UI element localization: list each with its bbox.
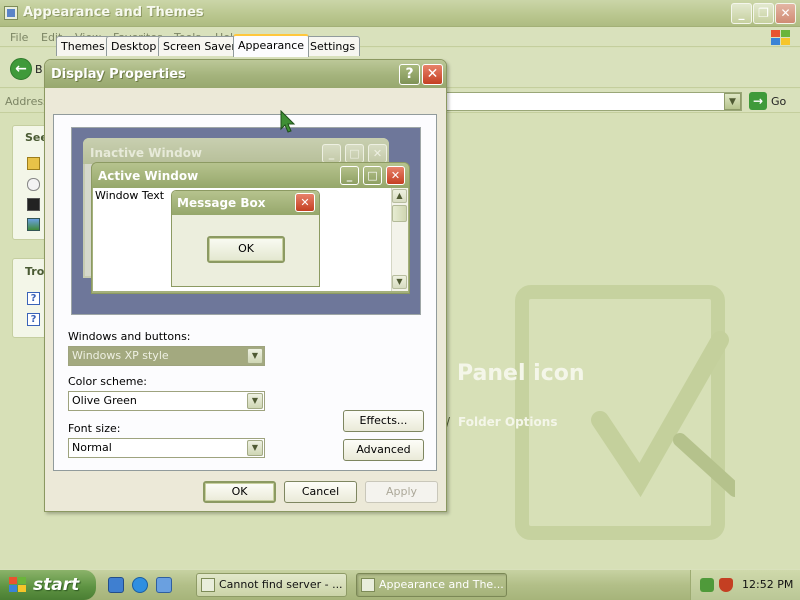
preview-minimize-icon: _: [322, 144, 341, 163]
bg-window-title: Appearance and Themes: [23, 5, 204, 20]
preview-active-window-title: Active Window: [98, 169, 199, 183]
windows-and-buttons-value: Windows XP style: [72, 349, 169, 362]
tab-desktop[interactable]: Desktop: [106, 36, 162, 56]
tab-themes[interactable]: Themes: [56, 36, 110, 56]
color-scheme-value: Olive Green: [72, 394, 137, 407]
help-button[interactable]: ?: [399, 64, 420, 85]
tab-screen-saver[interactable]: Screen Saver: [158, 36, 241, 56]
media-player-icon[interactable]: [156, 577, 172, 593]
internet-explorer-icon[interactable]: [132, 577, 148, 593]
windows-and-buttons-label: Windows and buttons:: [68, 330, 191, 343]
color-scheme-select[interactable]: Olive Green ▼: [68, 391, 265, 411]
go-arrow-icon[interactable]: →: [749, 92, 767, 110]
chevron-down-icon: ▼: [247, 348, 263, 364]
apply-button: Apply: [365, 481, 438, 503]
windows-logo-icon: [9, 577, 28, 593]
quick-launch-desktop-icon[interactable]: [108, 577, 124, 593]
user-account-picture-icon[interactable]: [27, 218, 40, 231]
bg-close-button[interactable]: ✕: [775, 3, 796, 24]
help-icon[interactable]: ?: [27, 292, 40, 305]
go-button-label[interactable]: Go: [771, 95, 786, 108]
tab-settings[interactable]: Settings: [305, 36, 361, 56]
windows-and-buttons-select: Windows XP style ▼: [68, 346, 265, 366]
preview-scroll-thumb: [392, 205, 407, 222]
taskbar-task-cannot-find-server[interactable]: Cannot find server - ...: [196, 573, 347, 597]
preview-scroll-up-icon: ▲: [392, 189, 407, 203]
help-icon[interactable]: ?: [27, 313, 40, 326]
task-label: Appearance and The...: [379, 578, 504, 591]
minimize-button[interactable]: _: [731, 3, 752, 24]
network-icon[interactable]: [700, 578, 714, 592]
high-contrast-icon[interactable]: [27, 198, 40, 211]
chevron-down-icon[interactable]: ▼: [247, 393, 263, 409]
maximize-button[interactable]: ❐: [753, 3, 774, 24]
preview-active-close-icon: ✕: [386, 166, 405, 185]
preview-active-minimize-icon: _: [340, 166, 359, 185]
preview-message-box-close-icon: ✕: [295, 193, 315, 212]
address-dropdown-button[interactable]: ▼: [724, 93, 741, 110]
mouse-cursor-icon: [280, 110, 296, 133]
checkmark-watermark-icon: [591, 331, 735, 498]
color-scheme-label: Color scheme:: [68, 375, 147, 388]
dialog-title: Display Properties: [51, 67, 186, 82]
chevron-down-icon[interactable]: ▼: [247, 440, 263, 456]
control-panel-icon: [361, 578, 375, 592]
folder-options-link[interactable]: Folder Options: [458, 415, 557, 429]
control-panel-icon: [4, 6, 18, 20]
windows-logo-icon: [770, 29, 792, 46]
preview-window-text: Window Text: [95, 189, 165, 202]
ok-button[interactable]: OK: [203, 481, 276, 503]
cancel-button[interactable]: Cancel: [284, 481, 357, 503]
preview-message-box-title: Message Box: [177, 196, 266, 210]
taskbar-task-appearance-and-themes[interactable]: Appearance and The...: [356, 573, 507, 597]
address-input[interactable]: [446, 92, 742, 111]
advanced-button[interactable]: Advanced: [343, 439, 424, 461]
menu-file[interactable]: File: [10, 31, 28, 44]
effects-button[interactable]: Effects...: [343, 410, 424, 432]
tab-appearance[interactable]: Appearance: [233, 34, 310, 57]
preview-scroll-down-icon: ▼: [392, 275, 407, 289]
font-size-label: Font size:: [68, 422, 121, 435]
preview-close-icon: ✕: [368, 144, 387, 163]
mouse-pointers-icon[interactable]: [27, 178, 40, 191]
font-size-select[interactable]: Normal ▼: [68, 438, 265, 458]
browser-window-icon: [201, 578, 215, 592]
preview-maximize-icon: □: [345, 144, 364, 163]
preview-ok-button: OK: [207, 236, 285, 263]
back-arrow-icon[interactable]: ←: [10, 58, 32, 80]
preview-active-maximize-icon: □: [363, 166, 382, 185]
troubleshooters-heading: Tro: [25, 265, 45, 278]
fonts-folder-icon[interactable]: [27, 157, 40, 170]
close-button[interactable]: ✕: [422, 64, 443, 85]
task-label: Cannot find server - ...: [219, 578, 343, 591]
back-button-label[interactable]: B: [35, 63, 43, 76]
address-label: Address: [5, 95, 49, 108]
start-button-label[interactable]: start: [33, 575, 79, 595]
preview-inactive-window-title: Inactive Window: [90, 146, 203, 160]
security-shield-icon[interactable]: [719, 578, 733, 592]
font-size-value: Normal: [72, 441, 112, 454]
clock[interactable]: 12:52 PM: [742, 578, 793, 591]
panel-icon-heading: Panel icon: [457, 361, 585, 386]
